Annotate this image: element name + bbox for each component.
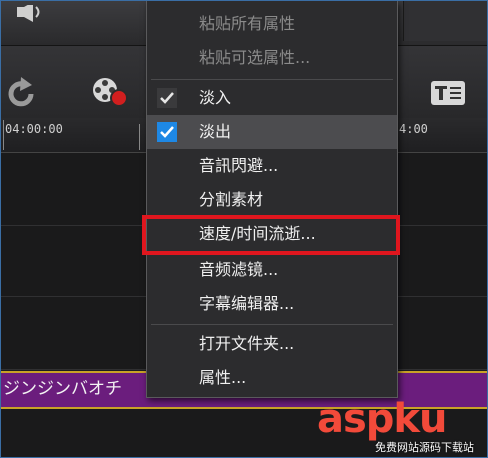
menu-item-label: 粘贴所有属性 [199, 14, 296, 33]
menu-item-label: 音訊閃避... [199, 156, 279, 175]
ruler-time-right: 4:00 [399, 122, 428, 136]
menu-item-subtitle-editor[interactable]: 字幕编辑器... [147, 287, 397, 321]
menu-separator [151, 324, 393, 325]
menu-item-split-clip[interactable]: 分割素材 [147, 183, 397, 217]
top-right-panel [395, 1, 487, 46]
ruler-tick [139, 124, 140, 150]
menu-item-audio-filter[interactable]: 音频滤镜... [147, 253, 397, 287]
clip-title: ジンジンバオチ [3, 379, 122, 399]
top-right-panel-inner [403, 1, 487, 41]
menu-item-label: 字幕编辑器... [199, 294, 295, 313]
ruler-time-left: 04:00:00 [5, 122, 63, 136]
ruler-tick [3, 120, 4, 150]
menu-item-label: 分割素材 [199, 190, 264, 209]
menu-item-label: 属性... [199, 368, 247, 387]
menu-item-properties[interactable]: 属性... [147, 361, 397, 395]
menu-item-label: 打开文件夹... [199, 334, 295, 353]
highlight-annotation-box [142, 215, 400, 255]
menu-item-audio-ducking[interactable]: 音訊閃避... [147, 149, 397, 183]
watermark: aspku 免费网站源码下载站 [317, 397, 485, 455]
checkmark-icon [157, 122, 177, 142]
video-record-icon[interactable] [91, 74, 131, 110]
menu-item-paste-selected-attributes[interactable]: 粘贴可选属性... [147, 41, 397, 75]
watermark-logo: aspku [317, 396, 448, 442]
menu-item-label: 音频滤镜... [199, 260, 279, 279]
menu-separator [151, 79, 393, 80]
menu-item-fade-out[interactable]: 淡出 [147, 115, 397, 149]
speaker-icon[interactable] [15, 5, 47, 23]
watermark-subtitle: 免费网站源码下载站 [375, 441, 474, 454]
menu-item-label: 粘贴可选属性... [199, 48, 311, 67]
context-menu: 粘贴所有属性 粘贴可选属性... 淡入 淡出 音訊閃避... 分割素材 速度/时… [146, 1, 398, 398]
checkmark-icon [157, 88, 177, 108]
menu-item-label: 淡入 [199, 88, 232, 107]
audio-track-header [1, 1, 147, 46]
menu-item-open-folder[interactable]: 打开文件夹... [147, 327, 397, 361]
title-text-icon[interactable] [430, 80, 466, 106]
menu-item-label: 淡出 [199, 122, 232, 141]
editor-window: 04:00:00 4:00 ジンジンバオチ 粘贴所有属性 粘贴可选属性... 淡… [0, 0, 488, 458]
menu-item-paste-all-attributes[interactable]: 粘贴所有属性 [147, 7, 397, 41]
menu-item-fade-in[interactable]: 淡入 [147, 81, 397, 115]
redo-icon[interactable] [5, 76, 39, 110]
